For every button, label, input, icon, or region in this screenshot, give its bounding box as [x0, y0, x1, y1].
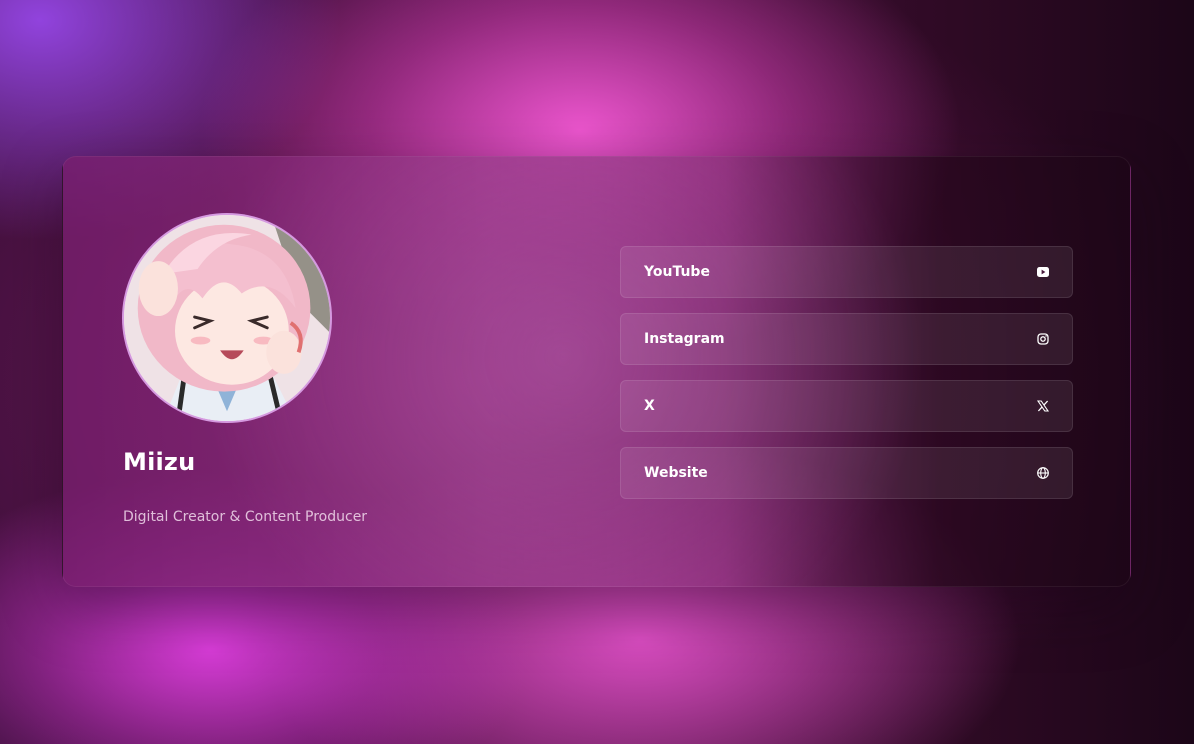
link-label: Website [644, 465, 708, 481]
avatar [122, 213, 332, 423]
profile-card: Miizu Digital Creator & Content Producer… [62, 156, 1131, 587]
youtube-icon [1036, 265, 1050, 279]
link-label: Instagram [644, 331, 725, 347]
x-icon [1036, 399, 1050, 413]
youtube-link[interactable]: YouTube [620, 246, 1073, 298]
profile-subtitle: Digital Creator & Content Producer [123, 509, 368, 525]
link-list: YouTube Instagram X Website [620, 246, 1073, 514]
instagram-icon [1036, 332, 1050, 346]
link-label: X [644, 398, 655, 414]
globe-icon [1036, 466, 1050, 480]
link-label: YouTube [644, 264, 710, 280]
avatar-illustration [124, 215, 330, 421]
profile-name: Miizu [123, 448, 196, 476]
x-link[interactable]: X [620, 380, 1073, 432]
instagram-link[interactable]: Instagram [620, 313, 1073, 365]
website-link[interactable]: Website [620, 447, 1073, 499]
